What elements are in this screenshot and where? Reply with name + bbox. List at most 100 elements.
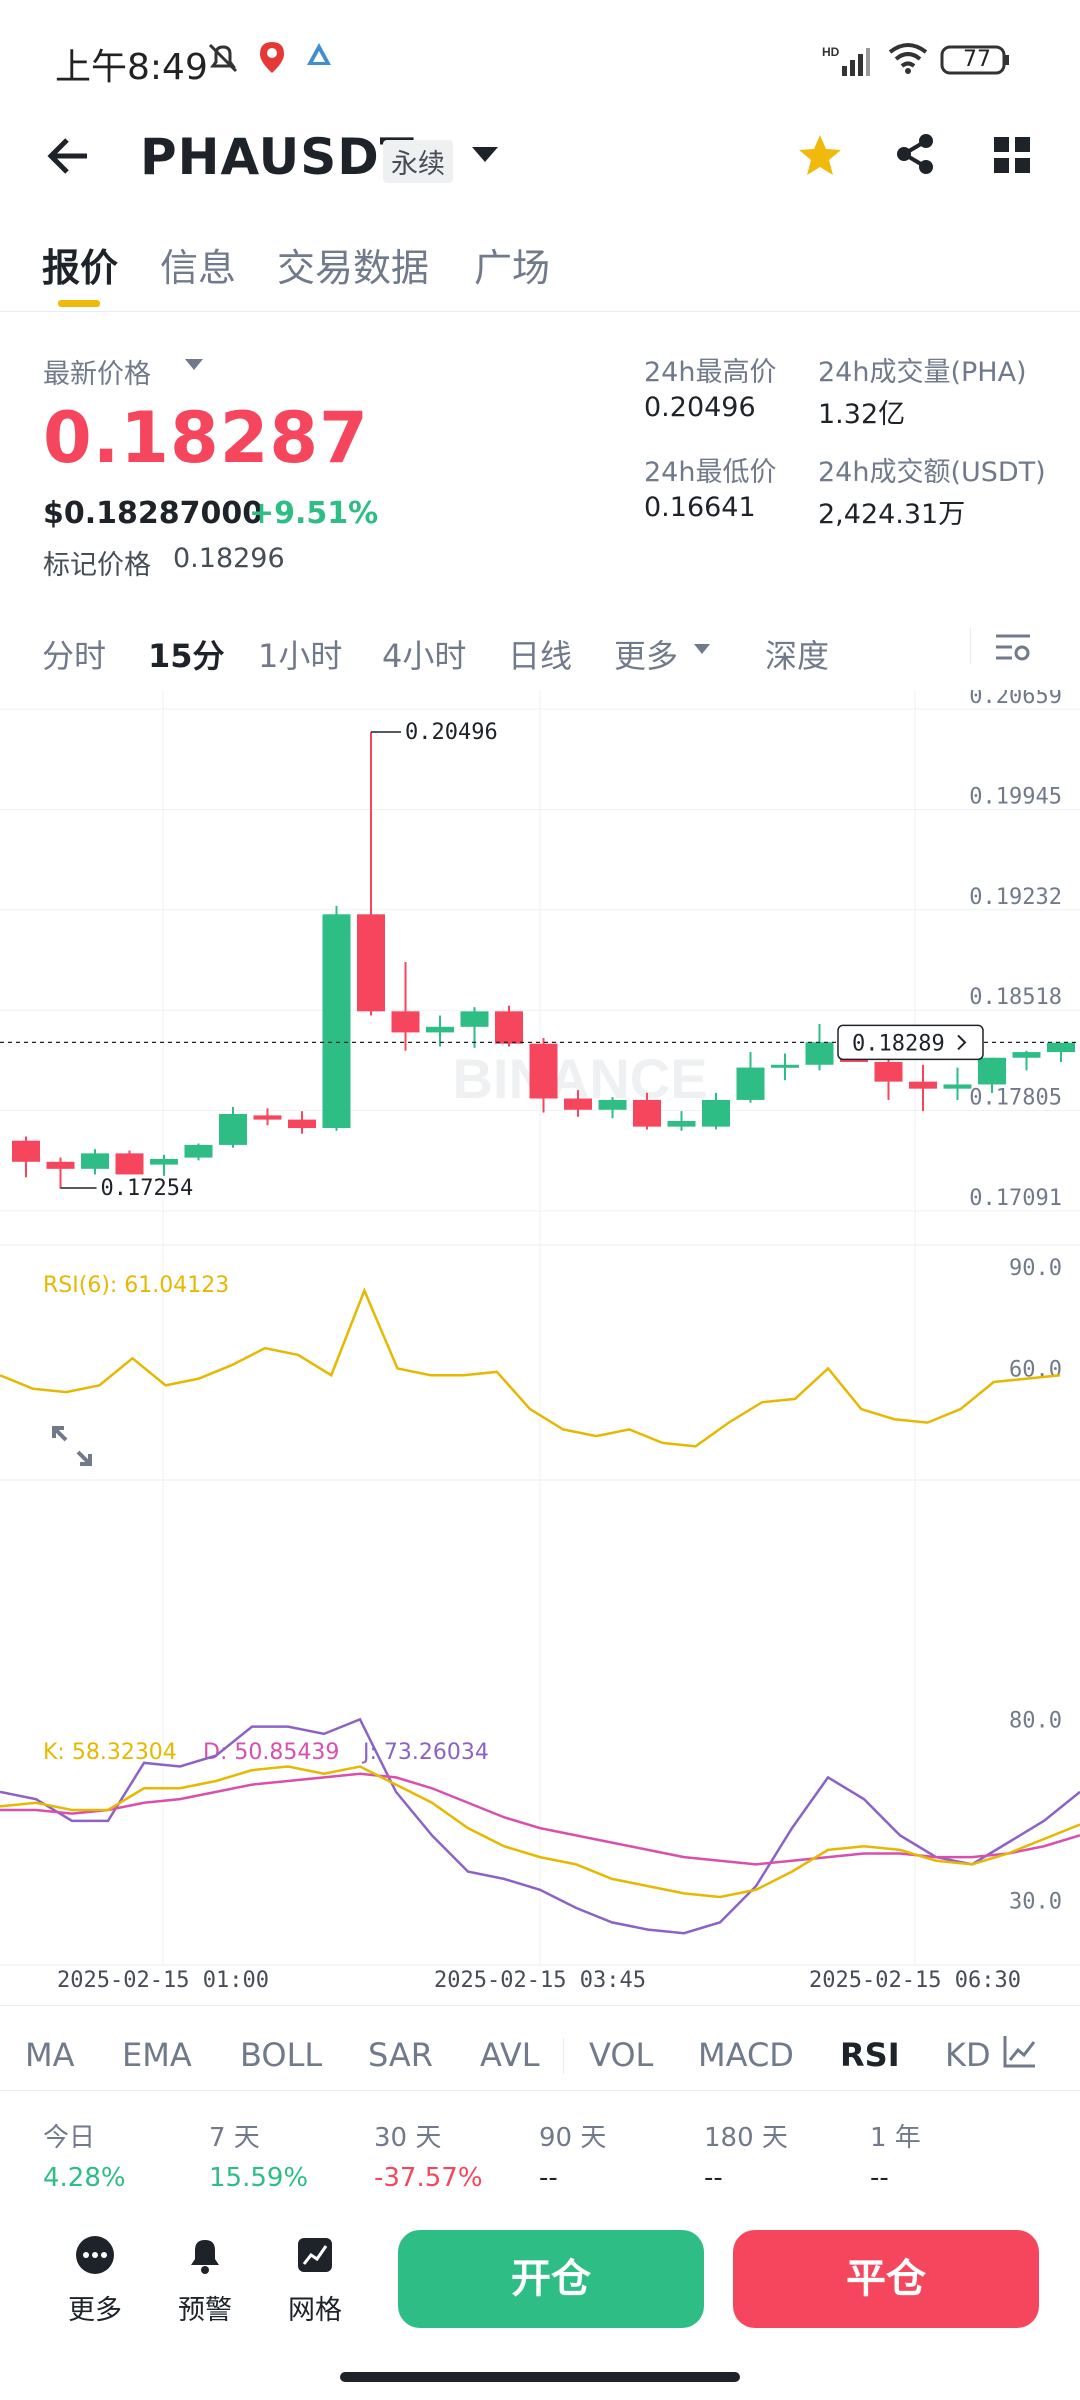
- candle-body: [529, 1043, 558, 1099]
- interval-1d[interactable]: 日线: [508, 631, 572, 677]
- candle-body: [874, 1061, 903, 1082]
- interval-timeline[interactable]: 分时: [42, 631, 106, 677]
- tab-active-indicator: [58, 300, 100, 307]
- x-axis-labels: 2025-02-15 01:00 2025-02-15 03:45 2025-02-…: [57, 1968, 1021, 1990]
- high-price-marker: 0.20496: [405, 720, 498, 745]
- candle-body: [219, 1113, 247, 1145]
- more-label[interactable]: 更多: [68, 2288, 122, 2327]
- perf-value-90d: --: [539, 2163, 558, 2193]
- low-24h-value: 0.16641: [644, 492, 756, 523]
- candle-body: [184, 1144, 213, 1158]
- usd-price: $0.18287000: [43, 496, 264, 531]
- divider: [0, 311, 1080, 312]
- depth-tab[interactable]: 深度: [765, 631, 829, 677]
- indicator-sar[interactable]: SAR: [368, 2036, 433, 2074]
- perf-label-today: 今日: [43, 2123, 96, 2153]
- hd-signal-icon: HD: [822, 44, 870, 84]
- grid-menu-icon[interactable]: [992, 135, 1032, 179]
- share-icon[interactable]: [893, 132, 937, 180]
- last-price-label[interactable]: 最新价格: [43, 352, 151, 391]
- grid-label[interactable]: 网格: [288, 2288, 342, 2327]
- more-dots-icon[interactable]: [75, 2235, 115, 2275]
- candle-body: [667, 1121, 696, 1127]
- candle-body: [46, 1161, 75, 1169]
- interval-more[interactable]: 更多: [614, 631, 678, 677]
- tab-info[interactable]: 信息: [160, 237, 236, 292]
- close-position-button[interactable]: 平仓: [733, 2230, 1039, 2328]
- interval-4h[interactable]: 4小时: [382, 631, 466, 677]
- divider: [0, 2005, 1080, 2006]
- favorite-star-icon[interactable]: [797, 132, 843, 182]
- rsi-axis-label: 90.0: [1009, 1256, 1062, 1281]
- indicator-ema[interactable]: EMA: [122, 2036, 192, 2074]
- candle-body: [426, 1026, 454, 1033]
- indicator-kd[interactable]: KD: [945, 2036, 991, 2074]
- indicator-vol[interactable]: VOL: [589, 2036, 653, 2074]
- d-label: D: 50.85439: [203, 1740, 339, 1765]
- candles: [12, 732, 1075, 1189]
- alert-bell-icon[interactable]: [185, 2235, 225, 2275]
- candle-body: [943, 1084, 972, 1089]
- interval-15m[interactable]: 15分: [148, 631, 225, 677]
- mark-price-value: 0.18296: [173, 543, 285, 574]
- contract-type-badge: 永续: [383, 140, 453, 183]
- battery-level: 77: [963, 47, 991, 72]
- divider: [0, 2090, 1080, 2091]
- current-price-value: 0.18289: [852, 1031, 945, 1056]
- candle-body: [1047, 1042, 1075, 1053]
- y-axis-label: 0.20659: [969, 690, 1062, 709]
- y-axis-label: 0.19232: [969, 885, 1062, 910]
- expand-chart-icon[interactable]: [44, 1418, 100, 1474]
- candle-body: [805, 1042, 834, 1065]
- alert-label[interactable]: 预警: [178, 2288, 232, 2327]
- low-24h-label: 24h最低价: [644, 457, 777, 488]
- candle-body: [81, 1153, 109, 1169]
- tab-quote[interactable]: 报价: [42, 237, 118, 292]
- indicator-ma[interactable]: MA: [25, 2036, 75, 2074]
- y-axis-label: 0.17091: [969, 1186, 1062, 1211]
- status-bar: 上午8:49 HD 77: [0, 0, 1080, 120]
- candle-body: [460, 1011, 489, 1027]
- y-axis-labels: 0.20659 0.19945 0.19232 0.18518 0.17805 0.170…: [969, 690, 1062, 1211]
- high-24h-label: 24h最高价: [644, 357, 777, 388]
- perf-label-7d: 7 天: [209, 2123, 260, 2153]
- symbol-title[interactable]: PHAUSDT: [140, 128, 415, 186]
- high-24h-value: 0.20496: [644, 392, 756, 423]
- indicator-avl[interactable]: AVL: [480, 2036, 540, 2074]
- price-type-dropdown-icon[interactable]: [183, 357, 205, 377]
- grid-bot-icon[interactable]: [295, 2235, 335, 2275]
- symbol-dropdown-icon[interactable]: [470, 145, 500, 169]
- indicator-boll[interactable]: BOLL: [240, 2036, 322, 2074]
- tab-trading-data[interactable]: 交易数据: [277, 237, 429, 292]
- divider: [970, 628, 971, 664]
- chart-settings-icon[interactable]: [994, 630, 1032, 670]
- open-position-button[interactable]: 开仓: [398, 2230, 704, 2328]
- perf-label-1y: 1 年: [870, 2123, 921, 2153]
- candle-body: [253, 1115, 282, 1120]
- more-dropdown-icon[interactable]: [692, 641, 712, 660]
- perf-value-7d: 15.59%: [209, 2163, 309, 2193]
- candle-body: [12, 1140, 40, 1162]
- price-chart[interactable]: BINANCE 0.206590.199450.192320.185180.17…: [0, 690, 1080, 1990]
- candle-body: [771, 1064, 799, 1068]
- perf-value-30d: -37.57%: [374, 2163, 483, 2193]
- k-label: K: 58.32304: [43, 1740, 177, 1765]
- candle-body: [495, 1011, 523, 1044]
- candle-body: [1012, 1052, 1041, 1058]
- interval-1h[interactable]: 1小时: [258, 631, 342, 677]
- candle-body: [909, 1081, 937, 1089]
- tab-square[interactable]: 广场: [474, 237, 550, 292]
- indicator-rsi[interactable]: RSI: [840, 2036, 900, 2074]
- volume-24h-value: 1.32亿: [818, 399, 906, 430]
- back-arrow-icon[interactable]: [45, 133, 91, 183]
- y-axis-label: 0.18518: [969, 985, 1062, 1010]
- mute-bell-icon: [205, 40, 241, 84]
- indicator-macd[interactable]: MACD: [698, 2036, 794, 2074]
- x-axis-label: 2025-02-15 03:45: [434, 1968, 646, 1990]
- x-axis-label: 2025-02-15 01:00: [57, 1968, 269, 1990]
- x-axis-label: 2025-02-15 06:30: [809, 1968, 1021, 1990]
- rsi-label: RSI(6): 61.04123: [43, 1273, 229, 1298]
- app-notification-icon: [304, 40, 334, 78]
- indicator-settings-icon[interactable]: [995, 2032, 1039, 2074]
- candle-body: [322, 914, 351, 1129]
